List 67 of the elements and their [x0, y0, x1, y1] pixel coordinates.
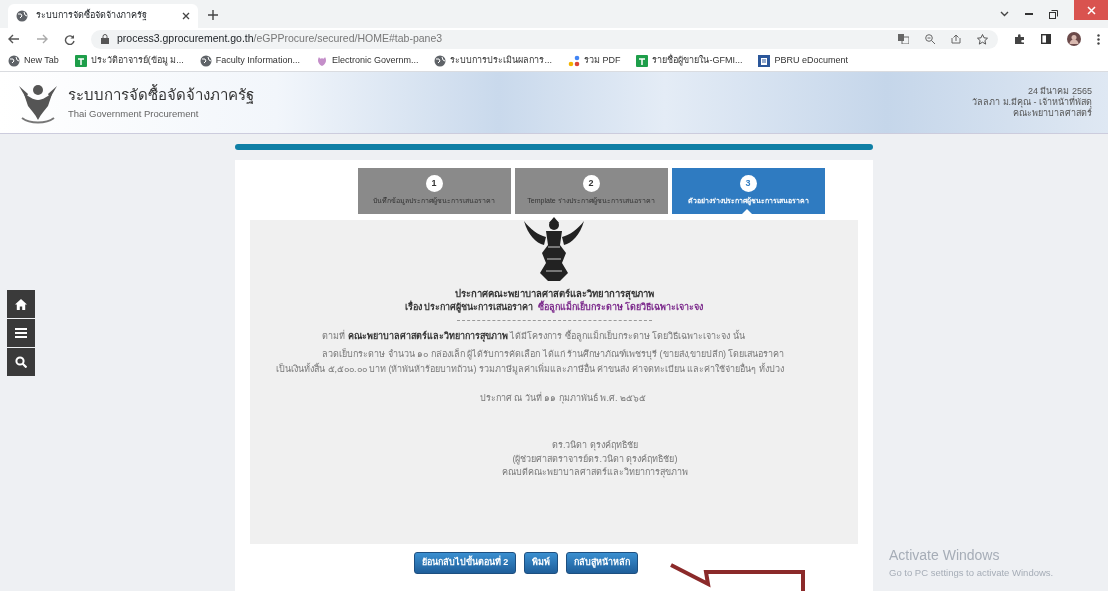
body-paragraph: ลวดเย็บกระดาษ จำนวน ๑๐ กล่องเล็ก ผู้ได้รับการคัดเลือก ได้แก่ ร้านศึกษาภัณฑ์เพชรบุรี (ขายส่ง,ขายปลีก) โดยเสนอราคา เป็นเงินทั้งสิ้น ๕,๕๐๐.๐๐ บาท (ห้าพันห้าร้อยบาทถ้วน) รวมภาษีมูลค่าเพิ่มและภาษีอื่น ค่าขนส่ง ค่าจดทะเบียน และค่าใช้จ่ายอื่นๆ ทั้งปวง [276, 347, 786, 376]
sheet-icon [74, 54, 87, 67]
organization-name: คณะพยาบาลศาสตร์ [1013, 107, 1092, 119]
sidebar-button[interactable] [7, 319, 35, 347]
sheet-icon [636, 54, 649, 67]
bookmark-link[interactable]: รายชื่อผู้ขายใน-GFMI... [636, 53, 743, 68]
close-icon [1086, 5, 1096, 15]
browser-tab[interactable]: ระบบการจัดซื้อจัดจ้างภาครัฐ [8, 4, 198, 28]
signature-line: (ผู้ช่วยศาสตราจารย์ดร.วนิดา ดุรงค์ฤทธิชัย) [512, 452, 678, 467]
share-icon[interactable] [951, 34, 961, 44]
subject-label: เรื่อง ประกาศผู้ชนะการเสนอราคา [405, 301, 534, 315]
url-host: process3.gprocurement.go.th [117, 31, 254, 47]
restore-icon[interactable] [1049, 9, 1058, 19]
avatar-icon[interactable] [1067, 32, 1081, 46]
date-text: 24 มีนาคม 2565 [1027, 86, 1092, 97]
back-arrow-icon[interactable] [8, 34, 20, 44]
globe-icon [8, 54, 20, 67]
bookmark-link[interactable]: PBRU eDocument [758, 53, 848, 68]
activation-message: Go to PC settings to activate Windows. [889, 566, 1054, 580]
tab-title: ระบบการจัดซื้อจัดจ้างภาครัฐ [36, 9, 148, 23]
action-button[interactable]: พิมพ์ [524, 552, 559, 574]
activation-title: Activate Windows [889, 546, 1001, 565]
window-close-button[interactable] [1074, 0, 1108, 20]
document-icon [758, 54, 771, 67]
address-bar[interactable]: process3.gprocurement.go.th/eGPProcure/secured/HOME#tab-pane3 [91, 29, 998, 49]
bookmark-link[interactable]: รวม PDF [567, 53, 621, 68]
sidebar-button[interactable] [7, 348, 35, 376]
star-icon[interactable] [977, 33, 988, 45]
bookmark-link[interactable]: New Tab [8, 53, 59, 68]
translate-icon[interactable] [898, 34, 909, 44]
body-paragraph: ตามที่ คณะพยาบาลศาสตร์และวิทยาการสุขภาพ ได้มีโครงการ ซื้อลูกแม็กเย็บกระดาษ โดยวิธีเฉพาะเจาะจง นั้น [321, 329, 746, 344]
signature-line: ดร.วนิดา ดุรงค์ฤทธิชัย [552, 439, 638, 453]
home-icon [15, 298, 27, 310]
action-button[interactable]: กลับสู่หน้าหลัก [566, 552, 639, 574]
new-tab-icon[interactable] [208, 10, 218, 20]
garuda-emblem-drawing [522, 217, 586, 283]
zoom-out-icon[interactable] [925, 34, 935, 44]
close-icon[interactable] [182, 12, 190, 20]
search-icon [15, 356, 27, 368]
globe-icon [16, 10, 28, 22]
signature-line: คณบดีคณะพยาบาลศาสตร์และวิทยาการสุขภาพ [502, 466, 688, 480]
site-title: ระบบการจัดซื้อจัดจ้างภาครัฐ [68, 84, 254, 106]
user-name: วัลลภา ม.มีคุณ - เจ้าหน้าที่พัสดุ [972, 97, 1092, 108]
date-line: ประกาศ ณ วันที่ ๑๑ กุมภาพันธ์ พ.ศ. ๒๕๖๕ [479, 391, 647, 406]
reload-icon[interactable] [64, 33, 75, 45]
more-options-icon[interactable] [1097, 33, 1100, 45]
globe-icon [199, 54, 212, 67]
lock-icon [101, 34, 109, 44]
puzzle-icon[interactable] [1014, 33, 1025, 45]
bookmark-link[interactable]: Electronic Governm... [315, 53, 419, 68]
dots-icon [567, 54, 580, 67]
step-number: 2 [582, 175, 600, 193]
bookmark-link[interactable]: ประวัติอาจารย์(ข้อมู ม... [74, 53, 184, 68]
site-subtitle: Thai Government Procurement [68, 106, 200, 121]
step-number: 1 [425, 175, 443, 193]
action-button[interactable]: ย้อนกลับไปขั้นตอนที่ 2 [413, 552, 517, 574]
subject-title: ซื้อลูกแม็กเย็บกระดาษ โดยวิธีเฉพาะเจาะจง [537, 301, 703, 315]
sidebar-button[interactable] [7, 290, 35, 318]
side-panel-icon[interactable] [1041, 34, 1051, 44]
step-number: 3 [739, 175, 757, 193]
menu-icon [15, 327, 27, 339]
bookmark-link[interactable]: Faculty Information... [199, 53, 300, 68]
globe-icon [434, 54, 447, 67]
announcement-heading: ประกาศคณะพยาบาลศาสตร์และวิทยาการสุขภาพ [453, 287, 655, 301]
bookmark-link[interactable]: ระบบการประเมินผลการ... [434, 53, 552, 68]
chevron-down-icon[interactable] [1000, 11, 1009, 17]
url-path: /eGPProcure/secured/HOME#tab-pane3 [253, 31, 443, 47]
